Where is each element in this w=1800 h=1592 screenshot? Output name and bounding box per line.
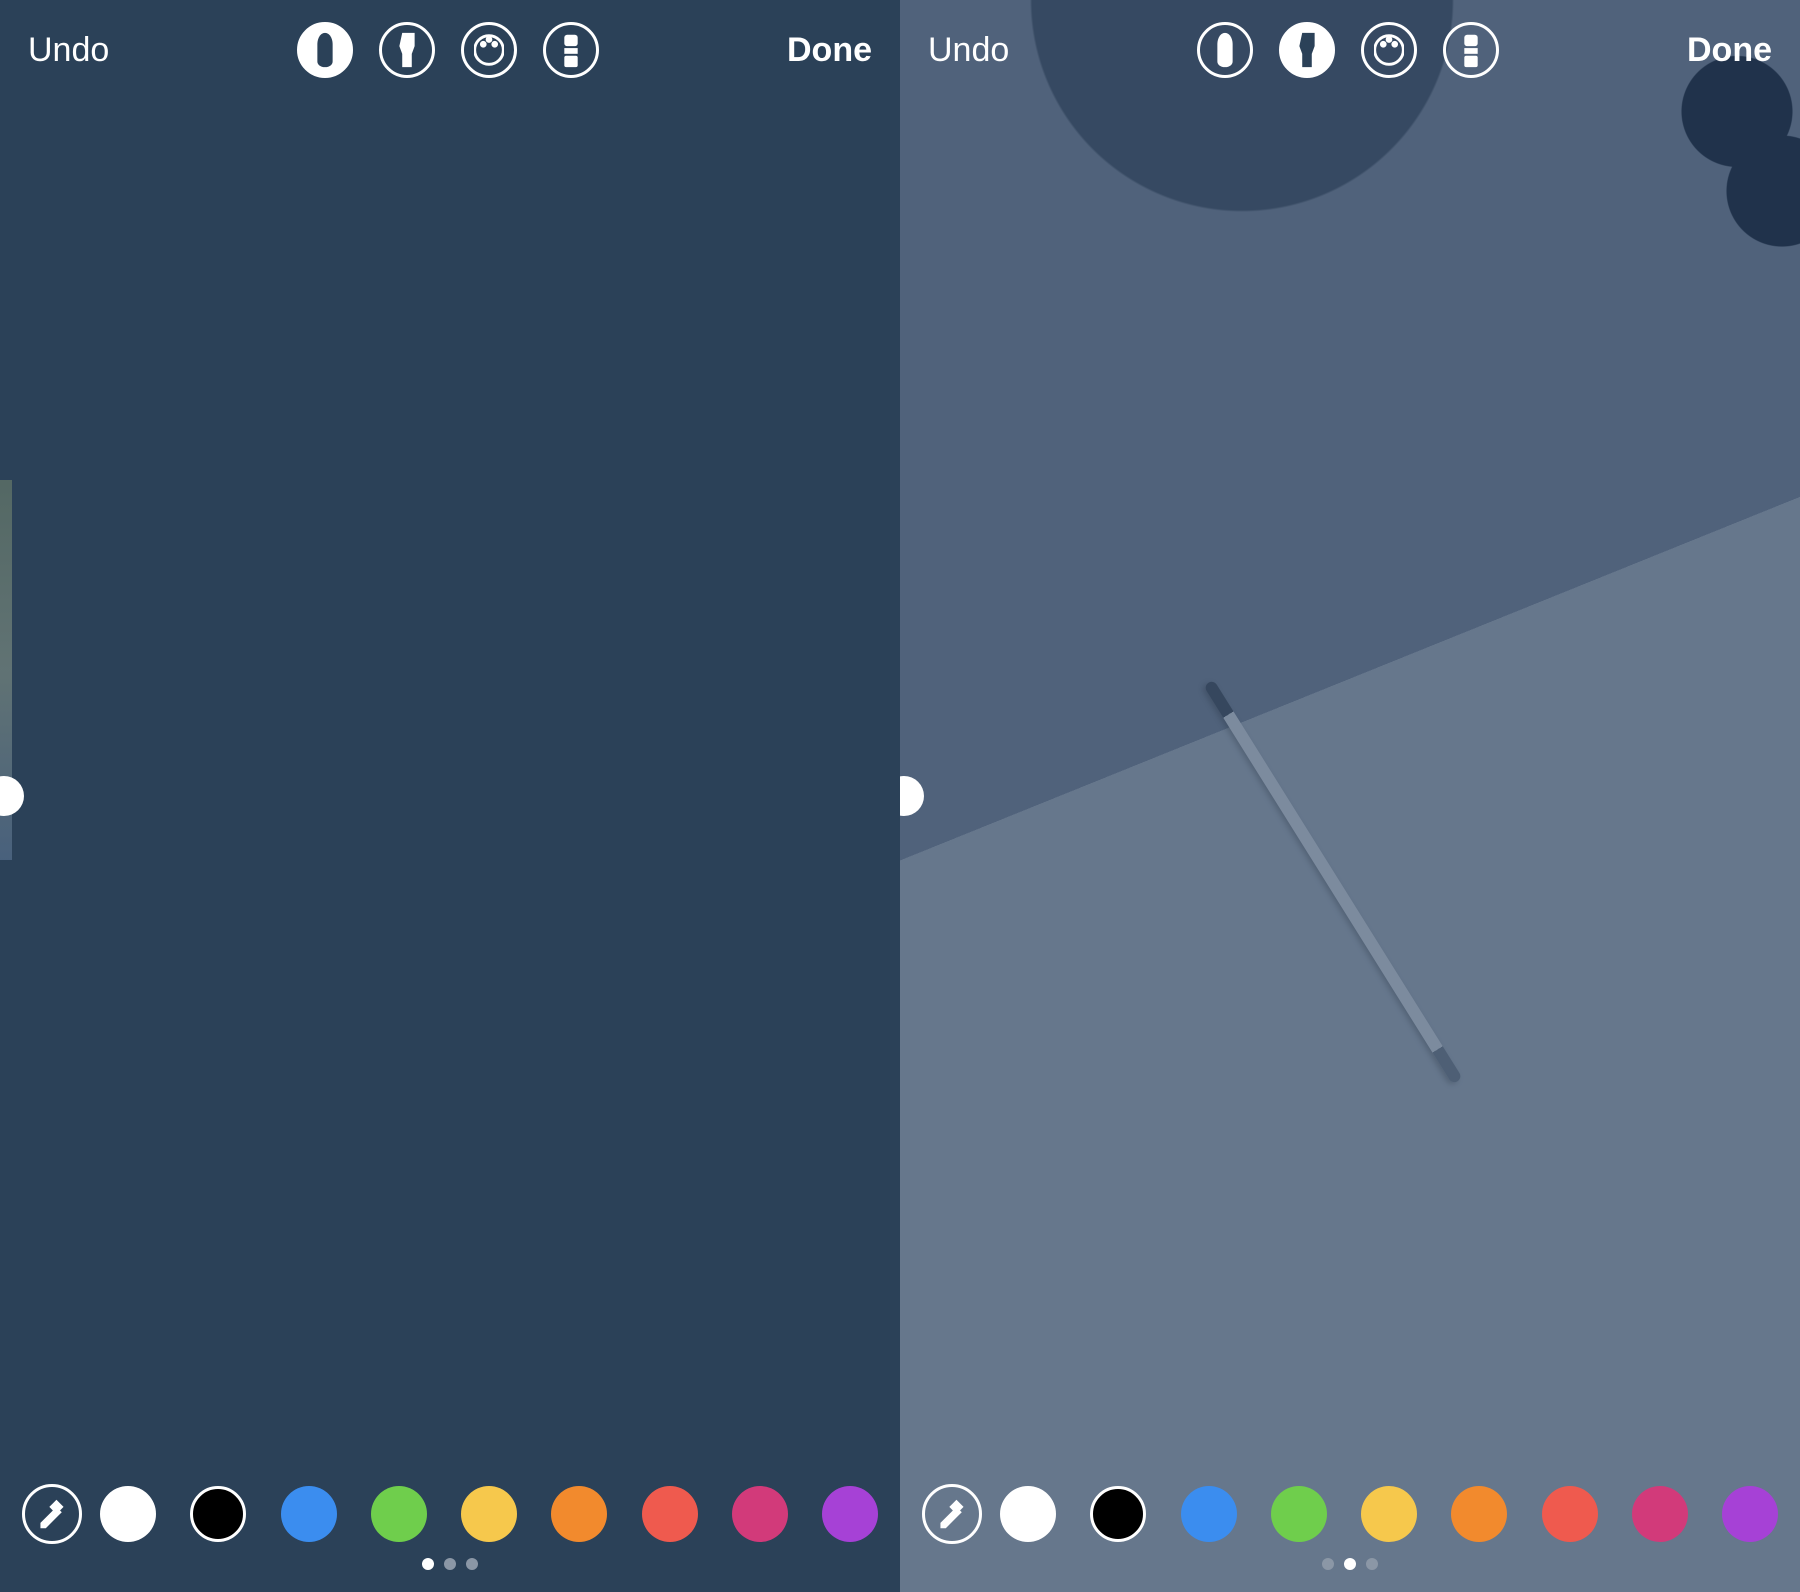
editor-header: Undo Done bbox=[0, 0, 900, 100]
palette-page-dot[interactable] bbox=[422, 1558, 434, 1570]
color-swatch-green[interactable] bbox=[1271, 1486, 1327, 1542]
color-swatch-white[interactable] bbox=[1000, 1486, 1056, 1542]
color-swatch-pink[interactable] bbox=[1632, 1486, 1688, 1542]
color-swatch-blue[interactable] bbox=[281, 1486, 337, 1542]
palette-page-dot[interactable] bbox=[1322, 1558, 1334, 1570]
editor-header: Undo Done bbox=[900, 0, 1800, 100]
color-swatch-purple[interactable] bbox=[1722, 1486, 1778, 1542]
color-swatch-orange[interactable] bbox=[551, 1486, 607, 1542]
color-swatch-row bbox=[1000, 1486, 1778, 1542]
palette-page-dot[interactable] bbox=[1344, 1558, 1356, 1570]
pen-tool-icon[interactable] bbox=[297, 22, 353, 78]
color-swatch-green[interactable] bbox=[371, 1486, 427, 1542]
color-swatch-red[interactable] bbox=[642, 1486, 698, 1542]
color-swatch-purple[interactable] bbox=[822, 1486, 878, 1542]
color-swatch-white[interactable] bbox=[100, 1486, 156, 1542]
color-swatch-row bbox=[100, 1486, 878, 1542]
palette-page-indicator bbox=[922, 1558, 1778, 1570]
brush-tool-group bbox=[297, 22, 599, 78]
color-swatch-orange[interactable] bbox=[1451, 1486, 1507, 1542]
color-swatch-red[interactable] bbox=[1542, 1486, 1598, 1542]
palette-page-dot[interactable] bbox=[444, 1558, 456, 1570]
done-button[interactable]: Done bbox=[787, 31, 872, 70]
marker-tool-icon[interactable] bbox=[1279, 22, 1335, 78]
neon-tool-icon[interactable] bbox=[1361, 22, 1417, 78]
brush-tool-group bbox=[1197, 22, 1499, 78]
palette-page-dot[interactable] bbox=[466, 1558, 478, 1570]
eyedropper-icon[interactable] bbox=[922, 1484, 982, 1544]
color-swatch-blue[interactable] bbox=[1181, 1486, 1237, 1542]
color-palette-bar bbox=[900, 1484, 1800, 1570]
eyedropper-icon[interactable] bbox=[22, 1484, 82, 1544]
undo-button[interactable]: Undo bbox=[28, 31, 109, 70]
palette-page-indicator bbox=[22, 1558, 878, 1570]
color-swatch-pink[interactable] bbox=[732, 1486, 788, 1542]
pen-tool-icon[interactable] bbox=[1197, 22, 1253, 78]
color-palette-bar bbox=[0, 1484, 900, 1570]
canvas-fill[interactable] bbox=[0, 0, 900, 1592]
story-editor-pane-right: Undo Done bbox=[900, 0, 1800, 1592]
undo-button[interactable]: Undo bbox=[928, 31, 1009, 70]
done-button[interactable]: Done bbox=[1687, 31, 1772, 70]
canvas-fill-translucent[interactable] bbox=[900, 0, 1800, 1592]
marker-tool-icon[interactable] bbox=[379, 22, 435, 78]
eraser-tool-icon[interactable] bbox=[543, 22, 599, 78]
story-editor-pane-left: Undo Done bbox=[0, 0, 900, 1592]
neon-tool-icon[interactable] bbox=[461, 22, 517, 78]
eraser-tool-icon[interactable] bbox=[1443, 22, 1499, 78]
palette-page-dot[interactable] bbox=[1366, 1558, 1378, 1570]
color-swatch-black[interactable] bbox=[190, 1486, 246, 1542]
color-swatch-yellow[interactable] bbox=[461, 1486, 517, 1542]
color-swatch-yellow[interactable] bbox=[1361, 1486, 1417, 1542]
color-swatch-black[interactable] bbox=[1090, 1486, 1146, 1542]
